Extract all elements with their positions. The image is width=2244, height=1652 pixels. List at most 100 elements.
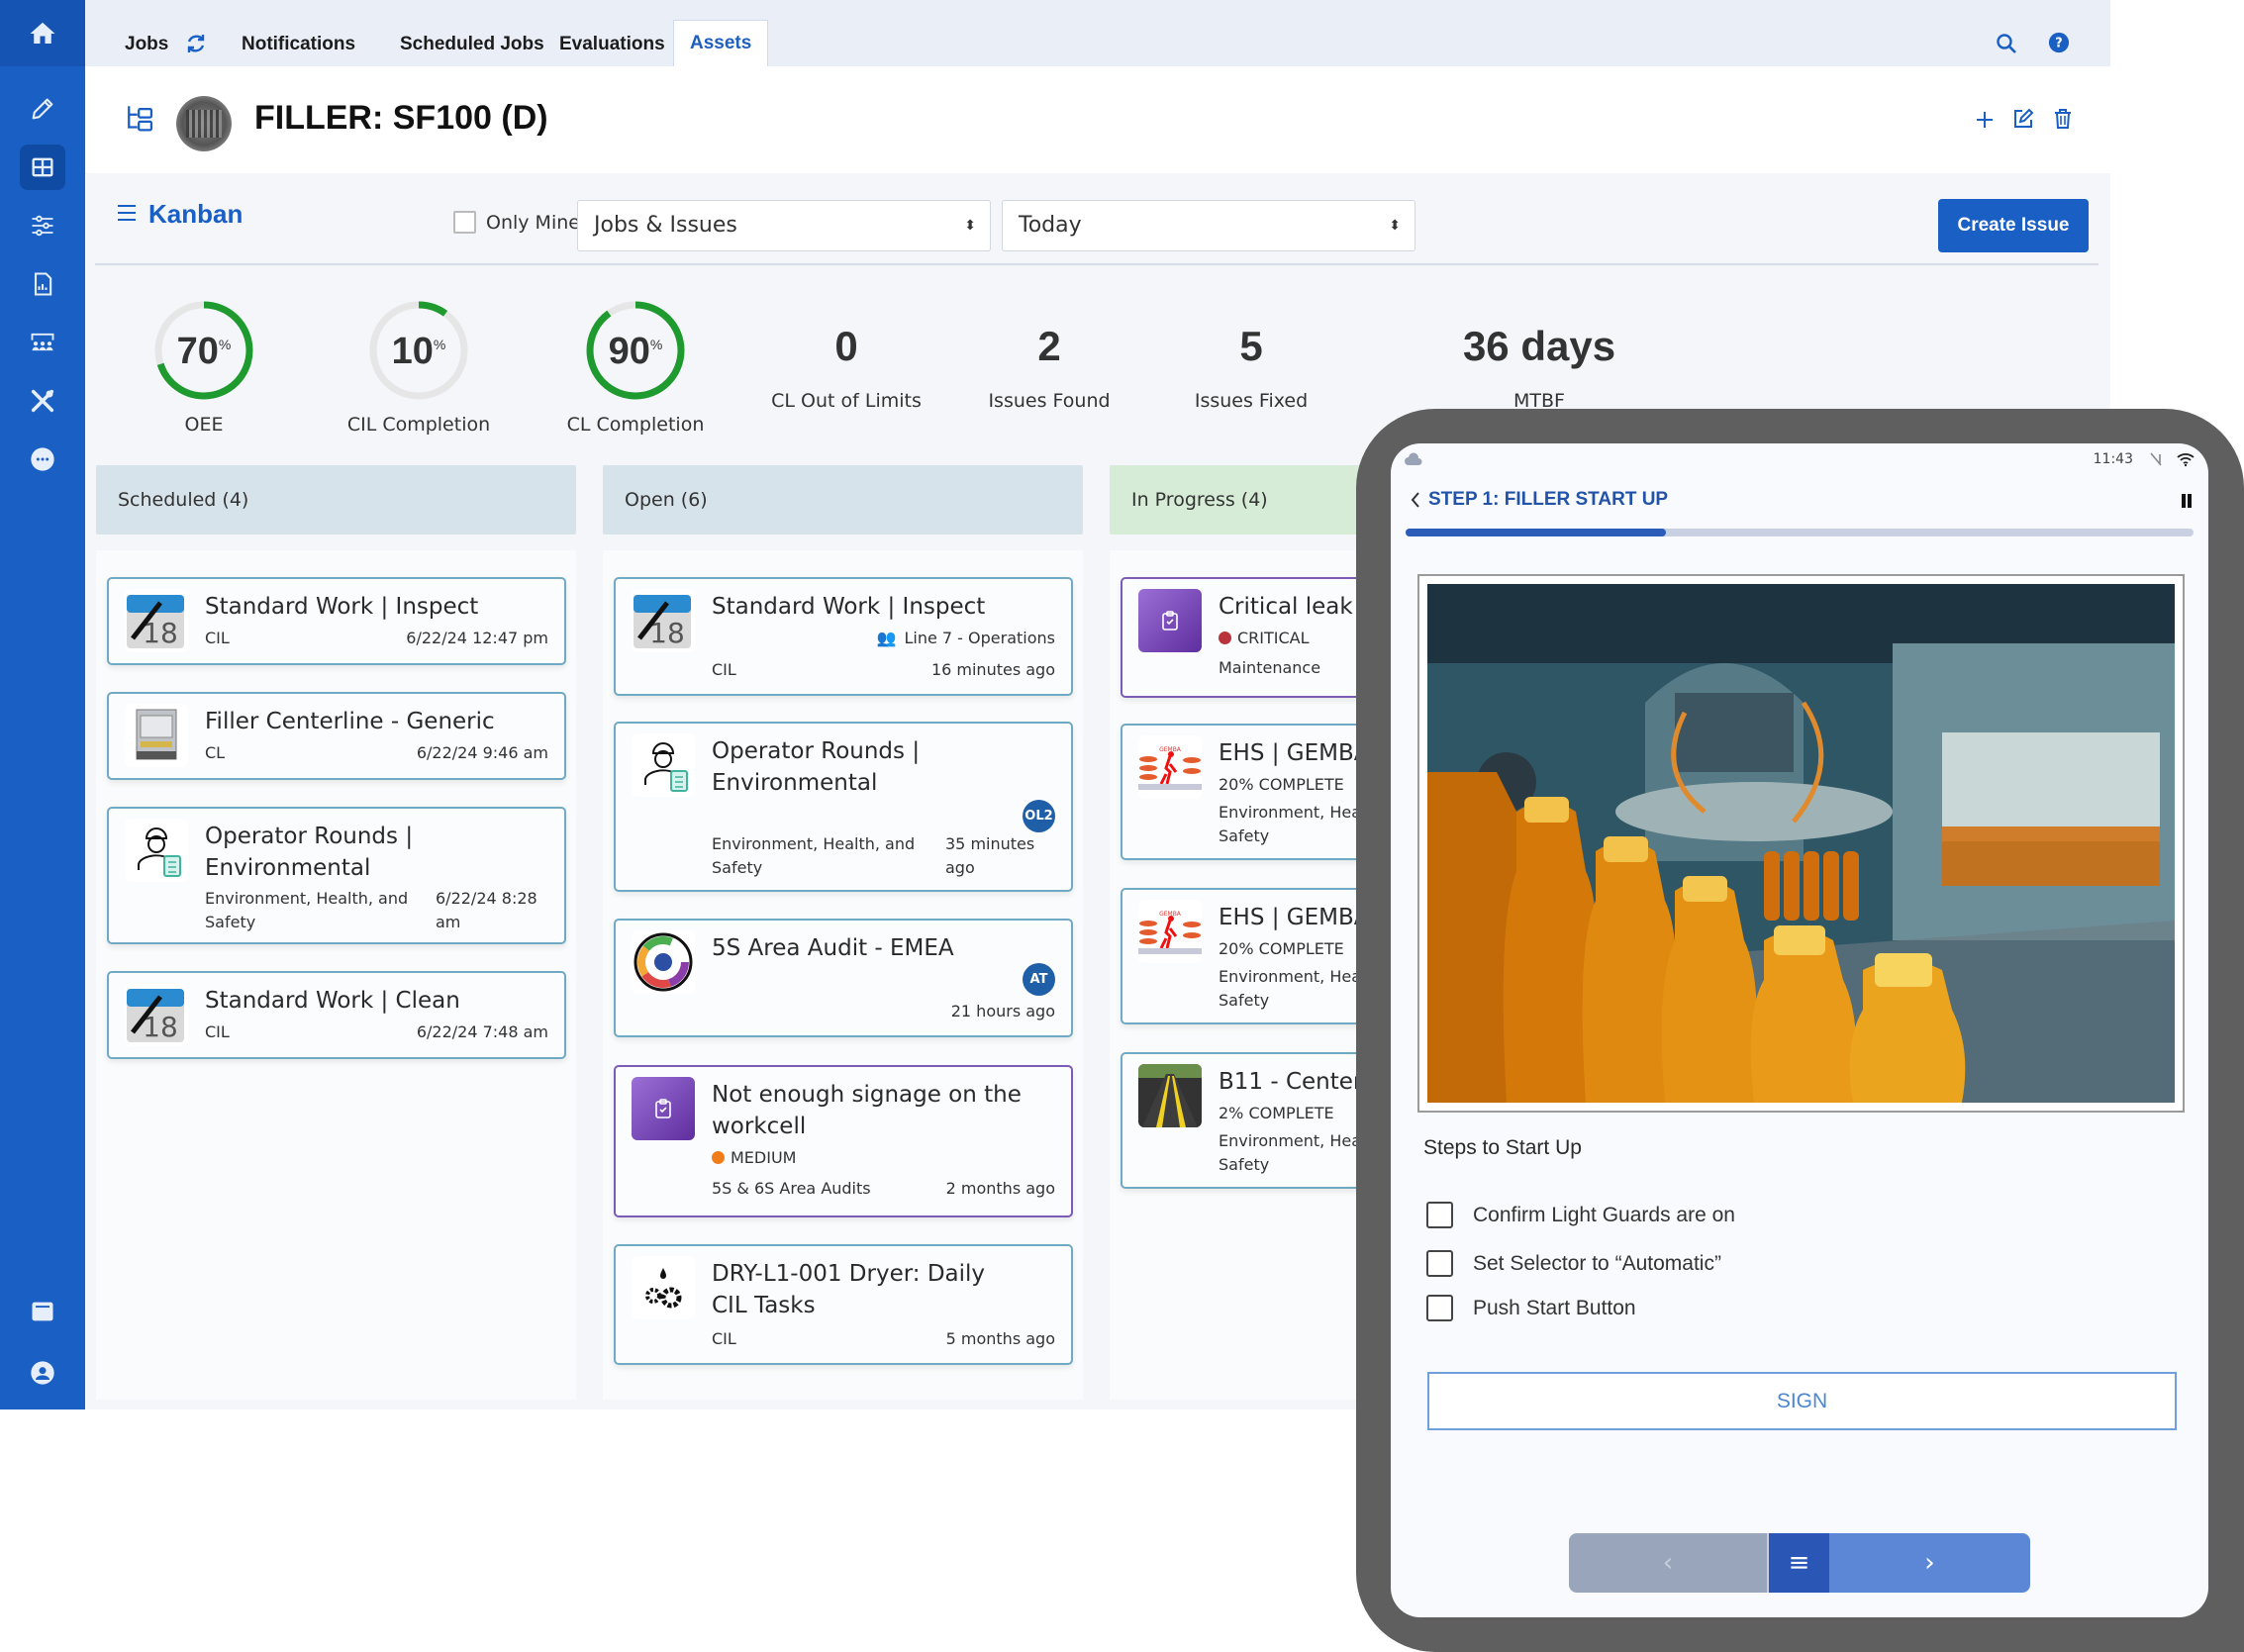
- sidebar-item-settings[interactable]: [20, 203, 65, 248]
- menu-icon[interactable]: [115, 201, 139, 229]
- asset-avatar: [176, 96, 232, 151]
- page-title: FILLER: SF100 (D): [254, 99, 548, 137]
- prev-step-button[interactable]: ‹: [1569, 1533, 1767, 1593]
- 5s-cycle-icon: [632, 930, 695, 994]
- card-title: Standard Work | Clean: [205, 988, 460, 1014]
- report-icon: [34, 272, 52, 296]
- sidebar-item-tools[interactable]: [20, 378, 65, 424]
- card-progress: 20% COMPLETE: [1219, 939, 1344, 958]
- trash-icon[interactable]: [2051, 107, 2075, 135]
- checklist-item-label: Push Start Button: [1473, 1296, 1636, 1319]
- only-mine-checkbox[interactable]: Only Mine: [453, 211, 580, 234]
- refresh-icon[interactable]: [184, 32, 208, 59]
- severity-dot-icon: [712, 1151, 725, 1164]
- date-select[interactable]: Today ⬍: [1002, 200, 1415, 251]
- checklist-item[interactable]: Push Start Button: [1426, 1295, 1636, 1321]
- card-time: 5 months ago: [945, 1329, 1055, 1348]
- sign-button[interactable]: SIGN: [1427, 1372, 2177, 1430]
- view-title[interactable]: Kanban: [148, 199, 243, 230]
- stat-ring-cil: 10%: [367, 299, 470, 402]
- card-title: Filler Centerline - Generic: [205, 709, 495, 734]
- kanban-card[interactable]: 18 Standard Work | Clean CIL 6/22/24 7:4…: [107, 971, 566, 1059]
- step-title: STEP 1: FILLER START UP: [1428, 489, 1669, 510]
- checkbox[interactable]: [1426, 1250, 1453, 1277]
- checkbox[interactable]: [1426, 1295, 1453, 1321]
- card-time: 16 minutes ago: [930, 660, 1055, 679]
- card-category: Environment, Health, and Safety: [205, 889, 409, 931]
- severity-badge: CRITICAL: [1219, 627, 1310, 650]
- step-navigation: ‹ ≡ ›: [1569, 1533, 2030, 1593]
- step-progress-fill: [1406, 529, 1666, 536]
- sidebar-item-account[interactable]: [20, 1350, 65, 1396]
- checklist-item[interactable]: Set Selector to “Automatic”: [1426, 1250, 1721, 1277]
- type-select[interactable]: Jobs & Issues ⬍: [577, 200, 991, 251]
- team-icon: [31, 333, 54, 351]
- add-icon[interactable]: [1973, 108, 1997, 136]
- back-chevron-icon[interactable]: [1409, 490, 1422, 514]
- kanban-card[interactable]: Filler Centerline - Generic CL 6/22/24 9…: [107, 692, 566, 780]
- edit-icon[interactable]: [2011, 107, 2035, 135]
- sidebar-item-more[interactable]: [20, 437, 65, 482]
- clipboard-check-icon: [1138, 589, 1202, 652]
- sidebar-item-teams[interactable]: [20, 320, 65, 365]
- kanban-card-issue[interactable]: Not enough signage on the workcell MEDIU…: [614, 1065, 1073, 1217]
- stat-label-cl-out: CL Out of Limits: [771, 390, 922, 412]
- card-category: Maintenance: [1219, 658, 1321, 677]
- checklist-item[interactable]: Confirm Light Guards are on: [1426, 1202, 1735, 1228]
- steps-menu-button[interactable]: ≡: [1767, 1533, 1829, 1593]
- sliders-icon: [32, 215, 53, 237]
- kanban-card[interactable]: 18 Standard Work | Inspect 👥 Line 7 - Ope…: [614, 577, 1073, 696]
- next-step-button[interactable]: ›: [1829, 1533, 2030, 1593]
- more-icon: [31, 447, 54, 471]
- card-title: Operator Rounds | Environmental: [205, 824, 414, 881]
- stat-value-mtbf: 36 days: [1462, 323, 1616, 369]
- step-image-frame: [1417, 574, 2185, 1113]
- stat-label-oee: OEE: [184, 414, 224, 436]
- road-centerline-icon: [1138, 1064, 1202, 1127]
- tab-jobs[interactable]: Jobs: [109, 22, 184, 66]
- card-time: 6/22/24 8:28 am: [436, 889, 537, 931]
- calendar-wrench-icon: 18: [632, 589, 695, 652]
- gemba-walk-icon: GEMBA: [1138, 900, 1202, 963]
- card-title: Standard Work | Inspect: [205, 594, 479, 620]
- sidebar-item-window[interactable]: [20, 1289, 65, 1334]
- kanban-card[interactable]: 5S Area Audit - EMEA AT 21 hours ago: [614, 919, 1073, 1037]
- help-icon[interactable]: ?: [2048, 32, 2070, 57]
- stat-label-issues-found: Issues Found: [988, 390, 1111, 412]
- sidebar-item-dashboard[interactable]: [20, 145, 65, 190]
- calendar-wrench-icon: 18: [125, 983, 188, 1046]
- stat-label-cil: CIL Completion: [346, 414, 491, 436]
- sidebar-item-edit[interactable]: [20, 86, 65, 132]
- step-progress-bar: [1406, 529, 2194, 536]
- stat-value: 70%: [176, 331, 232, 372]
- only-mine-checkbox-box[interactable]: [453, 211, 476, 234]
- kanban-card[interactable]: 18 Standard Work | Inspect CIL 6/22/24 1…: [107, 577, 566, 665]
- card-category: Environment, Hea: [1219, 967, 1362, 986]
- pause-icon[interactable]: [2181, 493, 2193, 512]
- card-category: CIL: [205, 1022, 230, 1041]
- tab-scheduled-jobs[interactable]: Scheduled Jobs: [384, 22, 560, 66]
- stat-ring-oee: 70%: [152, 299, 255, 402]
- assignee-badge[interactable]: OL2: [1023, 800, 1055, 832]
- card-title: 5S Area Audit - EMEA: [712, 935, 954, 961]
- asset-tree-icon[interactable]: [125, 102, 158, 140]
- card-category: CIL: [712, 1329, 736, 1348]
- tab-evaluations[interactable]: Evaluations: [543, 22, 681, 66]
- kanban-card[interactable]: DRY-L1-001 Dryer: Daily CIL Tasks CIL 5 …: [614, 1244, 1073, 1365]
- sidebar: [0, 0, 85, 1409]
- kanban-card[interactable]: Operator Rounds | Environmental Environm…: [107, 807, 566, 944]
- tab-notifications[interactable]: Notifications: [226, 22, 371, 66]
- pencil-icon: [32, 98, 53, 120]
- create-issue-button[interactable]: Create Issue: [1938, 199, 2089, 252]
- select-arrows-icon: ⬍: [1389, 218, 1401, 234]
- card-progress: 20% COMPLETE: [1219, 775, 1344, 794]
- tab-assets[interactable]: Assets: [673, 20, 769, 66]
- sidebar-item-reports[interactable]: [20, 261, 65, 307]
- sidebar-item-home[interactable]: [0, 0, 85, 66]
- checkbox[interactable]: [1426, 1202, 1453, 1228]
- kanban-card[interactable]: Operator Rounds | Environmental OL2 Envi…: [614, 722, 1073, 892]
- bottle-filling-line-image: [1427, 584, 2175, 1103]
- search-icon[interactable]: [1995, 32, 2018, 59]
- assignee-badge[interactable]: AT: [1023, 963, 1055, 996]
- checklist-item-label: Confirm Light Guards are on: [1473, 1203, 1735, 1226]
